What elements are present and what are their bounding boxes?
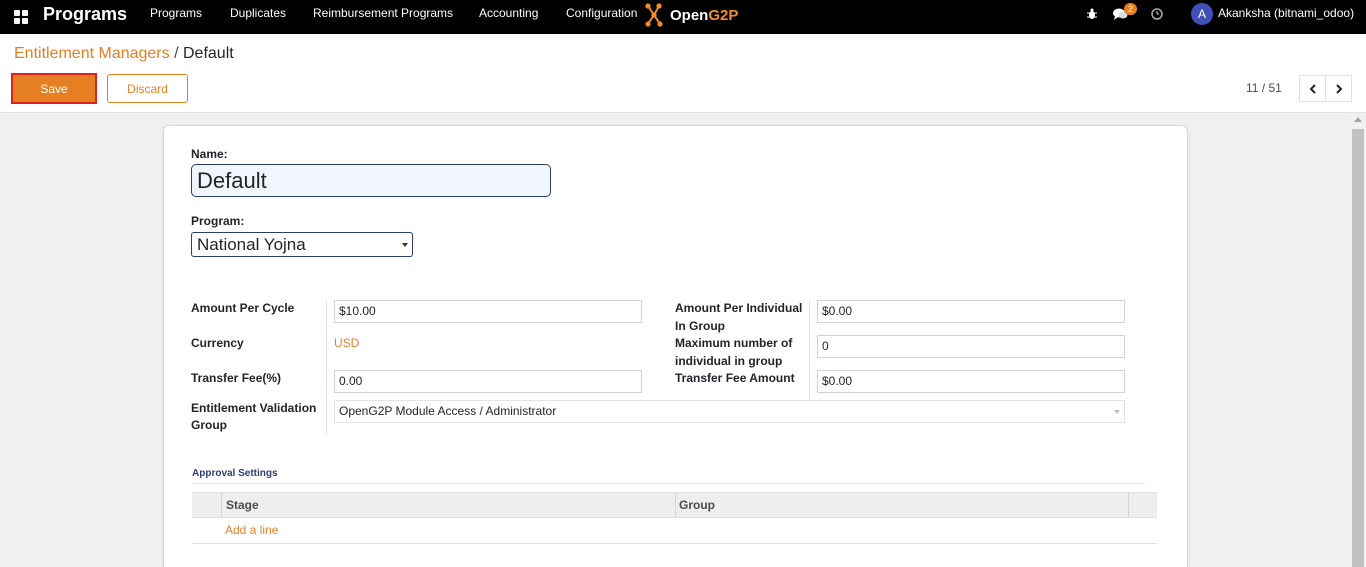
caret-down-icon [402,243,408,247]
breadcrumb: Entitlement Managers / Default [14,45,234,63]
pager-value[interactable]: 11 / 51 [1246,81,1282,95]
menu-duplicates[interactable]: Duplicates [230,6,286,20]
right-column-separator [809,300,810,400]
vertical-scrollbar[interactable] [1350,113,1366,567]
transfer-fee-amount-label: Transfer Fee Amount [675,371,795,385]
save-button[interactable]: Save [11,73,97,104]
transfer-fee-label: Transfer Fee(%) [191,371,282,385]
menu-accounting[interactable]: Accounting [479,6,538,20]
pager-previous-button[interactable] [1299,75,1326,102]
validation-group-label-line-1: Entitlement Validation [191,401,317,415]
logo-text: OpenG2P [670,7,738,24]
breadcrumb-parent-link[interactable]: Entitlement Managers [14,45,170,62]
max-individuals-label-line-1: Maximum number of [675,336,793,350]
caret-down-icon [1114,410,1120,414]
name-label: Name: [191,147,228,161]
validation-group-select[interactable]: OpenG2P Module Access / Administrator [334,400,1125,423]
approval-settings-title: Approval Settings [192,468,278,479]
chevron-left-icon [1309,83,1316,94]
program-label: Program: [191,214,245,228]
top-navbar: Programs Programs Duplicates Reimburseme… [0,0,1366,34]
transfer-fee-amount-input[interactable]: $0.00 [817,370,1125,393]
table-column-separator [675,493,676,517]
menu-configuration[interactable]: Configuration [566,6,637,20]
program-select[interactable]: National Yojna [191,232,413,257]
currency-link[interactable]: USD [334,336,359,350]
column-header-group[interactable]: Group [679,498,715,512]
scroll-up-icon[interactable] [1354,117,1362,122]
amount-per-cycle-input[interactable]: $10.00 [334,300,642,323]
currency-label: Currency [191,336,244,350]
amount-per-cycle-label: Amount Per Cycle [191,301,295,315]
pager-next-button[interactable] [1325,75,1352,102]
discard-button[interactable]: Discard [107,74,188,103]
approval-table-bottom-border [192,543,1157,544]
openg2p-logo-icon [645,3,663,27]
app-brand[interactable]: Programs [43,4,127,25]
breadcrumb-separator: / [174,45,179,62]
add-a-line-link[interactable]: Add a line [225,523,278,537]
openg2p-logo: OpenG2P [642,2,738,28]
user-menu[interactable]: Akanksha (bitnami_odoo) [1218,6,1354,20]
chevron-right-icon [1335,83,1342,94]
column-header-stage[interactable]: Stage [226,498,259,512]
bug-icon[interactable] [1086,8,1098,23]
apps-grid-icon[interactable] [14,10,28,24]
amount-per-individual-label-line-1: Amount Per Individual [675,301,803,315]
table-trash-column-separator [1128,493,1129,517]
menu-reimbursement-programs[interactable]: Reimbursement Programs [313,6,453,20]
table-handle-column-separator [221,493,222,517]
max-individuals-label-line-2: individual in group [675,354,783,368]
amount-per-individual-input[interactable]: $0.00 [817,300,1125,323]
approval-settings-divider [192,483,1145,484]
clock-icon[interactable] [1151,8,1163,23]
validation-group-label-line-2: Group [191,418,227,432]
transfer-fee-input[interactable]: 0.00 [334,370,642,393]
approval-table-header: Stage Group [192,492,1157,518]
breadcrumb-current: Default [183,45,234,62]
menu-programs[interactable]: Programs [150,6,202,20]
max-individuals-input[interactable]: 0 [817,335,1125,358]
left-column-separator [326,300,327,435]
messages-count-badge: 2 [1124,3,1138,15]
name-input[interactable]: Default [191,164,551,197]
logo-text-g2p: G2P [708,6,739,24]
logo-text-open: Open [670,6,709,24]
amount-per-individual-label-line-2: In Group [675,319,725,333]
scrollbar-thumb[interactable] [1352,129,1364,567]
program-select-value: National Yojna [197,235,306,254]
validation-group-value: OpenG2P Module Access / Administrator [339,404,557,418]
avatar[interactable]: A [1191,3,1213,25]
